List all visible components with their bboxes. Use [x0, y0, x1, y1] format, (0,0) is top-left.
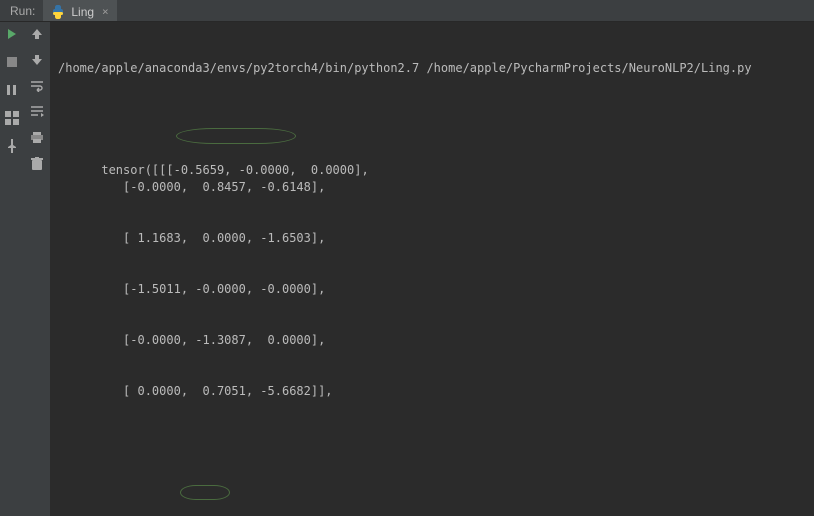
run-tool-header: Run: Ling ×	[0, 0, 814, 22]
run-toolbar-secondary	[24, 22, 50, 516]
annotation-oval	[180, 485, 230, 500]
command-line: /home/apple/anaconda3/envs/py2torch4/bin…	[58, 61, 752, 75]
annotation-oval	[176, 128, 296, 144]
output-line: [ 1.1683, 0.0000, -1.6503],	[58, 231, 325, 245]
tab-close-icon[interactable]: ×	[102, 5, 109, 18]
layout-icon[interactable]	[4, 110, 20, 126]
output-line: [ 0.0000, 0.7051, -5.6682]],	[58, 384, 333, 398]
soft-wrap-icon[interactable]	[29, 78, 45, 94]
console-output[interactable]: /home/apple/anaconda3/envs/py2torch4/bin…	[50, 22, 814, 516]
pin-icon[interactable]	[4, 138, 20, 154]
rerun-icon[interactable]	[4, 26, 20, 42]
output-line: [-1.5011, -0.0000, -0.0000],	[58, 282, 325, 296]
down-arrow-icon[interactable]	[29, 52, 45, 68]
python-file-icon	[51, 5, 65, 19]
up-arrow-icon[interactable]	[29, 26, 45, 42]
run-toolbar-left	[0, 22, 24, 516]
print-icon[interactable]	[29, 130, 45, 146]
scroll-to-end-icon[interactable]	[29, 104, 45, 120]
stop-icon[interactable]	[4, 54, 20, 70]
output-line: [-0.0000, -1.3087, 0.0000],	[58, 333, 325, 347]
trash-icon[interactable]	[29, 156, 45, 172]
output-line: tensor([[[-0.5659, -0.0000, 0.0000],	[101, 163, 368, 177]
output-line: [-0.0000, 0.8457, -0.6148],	[58, 180, 325, 194]
tab-title: Ling	[71, 5, 94, 19]
run-label: Run:	[0, 4, 43, 18]
run-tab-ling[interactable]: Ling ×	[43, 0, 116, 21]
pause-icon[interactable]	[4, 82, 20, 98]
